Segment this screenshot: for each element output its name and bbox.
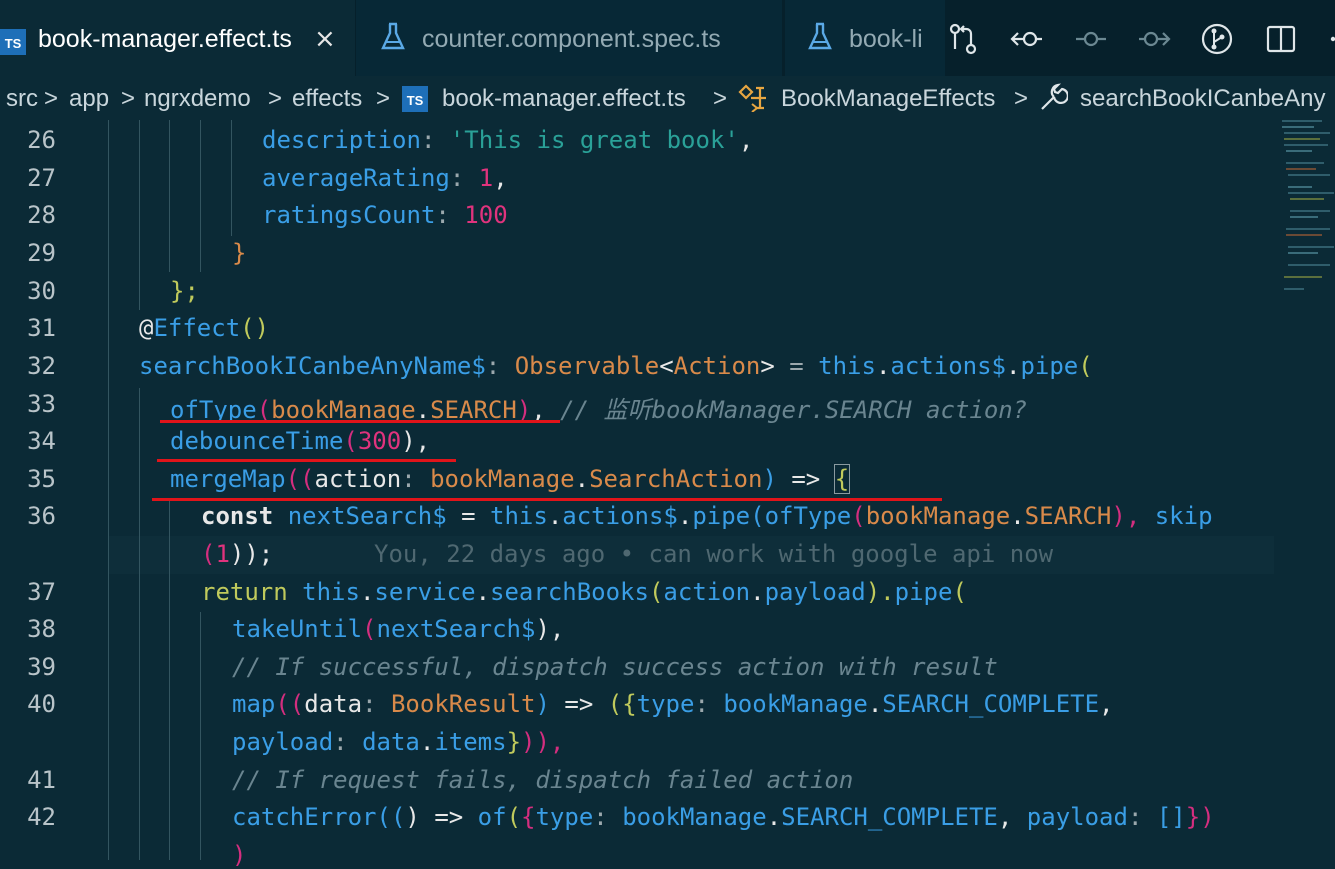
- tab-counter-component-spec[interactable]: counter.component.spec.ts: [356, 0, 782, 76]
- line-number: 28: [27, 201, 56, 229]
- indent-guide: [200, 612, 201, 860]
- breadcrumb-separator: >: [121, 85, 136, 112]
- line-number: 33: [27, 390, 56, 418]
- breadcrumb-item-file[interactable]: book-manager.effect.ts: [442, 85, 686, 113]
- open-changes-icon[interactable]: [946, 22, 980, 56]
- code-line-42: catchError(() => of({type: bookManage.SE…: [232, 803, 1215, 831]
- indent-guide: [169, 500, 170, 860]
- breadcrumb-separator: >: [1014, 85, 1029, 112]
- line-number: 41: [27, 766, 56, 794]
- breadcrumb: src > app > ngrxdemo > effects > TS book…: [0, 76, 1335, 120]
- red-underline-annotation: [152, 498, 942, 501]
- code-line-27: averageRating: 1,: [262, 164, 508, 192]
- matched-bracket: {: [833, 464, 851, 494]
- line-number: 30: [27, 277, 56, 305]
- flask-icon: [381, 22, 405, 50]
- breadcrumb-separator: >: [268, 85, 283, 112]
- git-blame-annotation: You, 22 days ago • can work with google …: [374, 540, 1054, 568]
- tab-label: book-li: [849, 25, 923, 53]
- ts-file-icon: TS: [402, 86, 428, 112]
- line-number: 40: [27, 690, 56, 718]
- editor-tab-bar: TS book-manager.effect.ts × counter.comp…: [0, 0, 1335, 76]
- line-number: 36: [27, 502, 56, 530]
- code-line-36: const nextSearch$ = this.actions$.pipe(o…: [201, 502, 1213, 530]
- line-number: 27: [27, 164, 56, 192]
- flask-icon: [808, 22, 832, 50]
- indent-guide: [139, 120, 140, 310]
- code-line-31: @Effect(): [139, 314, 270, 342]
- line-number: 35: [27, 465, 56, 493]
- breadcrumb-separator: >: [376, 85, 391, 112]
- line-number: 32: [27, 352, 56, 380]
- breadcrumb-separator: >: [44, 85, 59, 112]
- go-to-current-icon[interactable]: [1074, 22, 1108, 56]
- code-line-37: return this.service.searchBooks(action.p…: [201, 578, 967, 606]
- code-line-39: // If successful, dispatch success actio…: [232, 653, 998, 681]
- git-graph-icon[interactable]: [1200, 22, 1234, 56]
- ts-file-icon: TS: [0, 29, 26, 55]
- code-line-35: mergeMap((action: bookManage.SearchActio…: [170, 464, 851, 494]
- line-number: 34: [27, 427, 56, 455]
- indent-guide: [231, 120, 232, 236]
- indent-guide: [169, 120, 170, 272]
- breadcrumb-item-src[interactable]: src: [6, 85, 38, 113]
- line-number: 31: [27, 314, 56, 342]
- code-line-41: // If request fails, dispatch failed act…: [232, 766, 854, 794]
- red-underline-annotation: [157, 459, 456, 462]
- line-number: 37: [27, 578, 56, 606]
- red-underline-annotation: [160, 420, 560, 423]
- line-number: 29: [27, 239, 56, 267]
- breadcrumb-item-effects[interactable]: effects: [292, 85, 362, 113]
- breadcrumb-item-class[interactable]: BookManageEffects: [781, 85, 995, 113]
- code-line-28: ratingsCount: 100: [262, 201, 508, 229]
- code-line-29: }: [232, 239, 247, 267]
- minimap[interactable]: [1280, 120, 1335, 295]
- indent-guide: [200, 120, 201, 272]
- class-symbol-icon: [738, 84, 766, 112]
- tab-label: book-manager.effect.ts: [38, 25, 292, 53]
- code-line-26: description: 'This is great book',: [262, 126, 754, 154]
- breadcrumb-item-property[interactable]: searchBookICanbeAny: [1080, 85, 1325, 113]
- breadcrumb-item-ngrxdemo[interactable]: ngrxdemo: [144, 85, 251, 113]
- property-wrench-icon: [1041, 83, 1068, 110]
- line-number: 42: [27, 803, 56, 831]
- breadcrumb-separator: >: [713, 85, 728, 112]
- code-line-40: map((data: BookResult) => ({type: bookMa…: [232, 690, 1114, 718]
- split-editor-icon[interactable]: [1264, 22, 1298, 56]
- indent-guide: [108, 120, 109, 860]
- line-number: 39: [27, 653, 56, 681]
- previous-change-icon[interactable]: [1010, 22, 1044, 56]
- code-line-32: searchBookICanbeAnyName$: Observable<Act…: [139, 352, 1093, 380]
- tab-book-manager-effect[interactable]: TS book-manager.effect.ts ×: [0, 0, 355, 76]
- code-line-38: takeUntil(nextSearch$),: [232, 615, 565, 643]
- close-tab-icon[interactable]: ×: [314, 24, 336, 54]
- code-editor[interactable]: 26 27 28 29 30 31 32 33 34 35 36 37 38 3…: [0, 120, 1335, 869]
- code-line-42-wrap: ): [232, 841, 247, 869]
- tab-book-list[interactable]: book-li: [785, 0, 945, 76]
- line-number: 38: [27, 615, 56, 643]
- code-line-30: };: [170, 277, 199, 305]
- next-change-icon[interactable]: [1137, 22, 1171, 56]
- code-line-36-wrap: (1));: [201, 540, 274, 568]
- line-number: 26: [27, 126, 56, 154]
- more-actions-icon[interactable]: [1322, 22, 1335, 56]
- indent-guide: [139, 388, 140, 860]
- code-line-34: debounceTime(300),: [170, 427, 431, 455]
- breadcrumb-item-app[interactable]: app: [69, 85, 109, 113]
- tab-label: counter.component.spec.ts: [422, 25, 721, 53]
- code-line-40-wrap: payload: data.items})),: [232, 728, 565, 756]
